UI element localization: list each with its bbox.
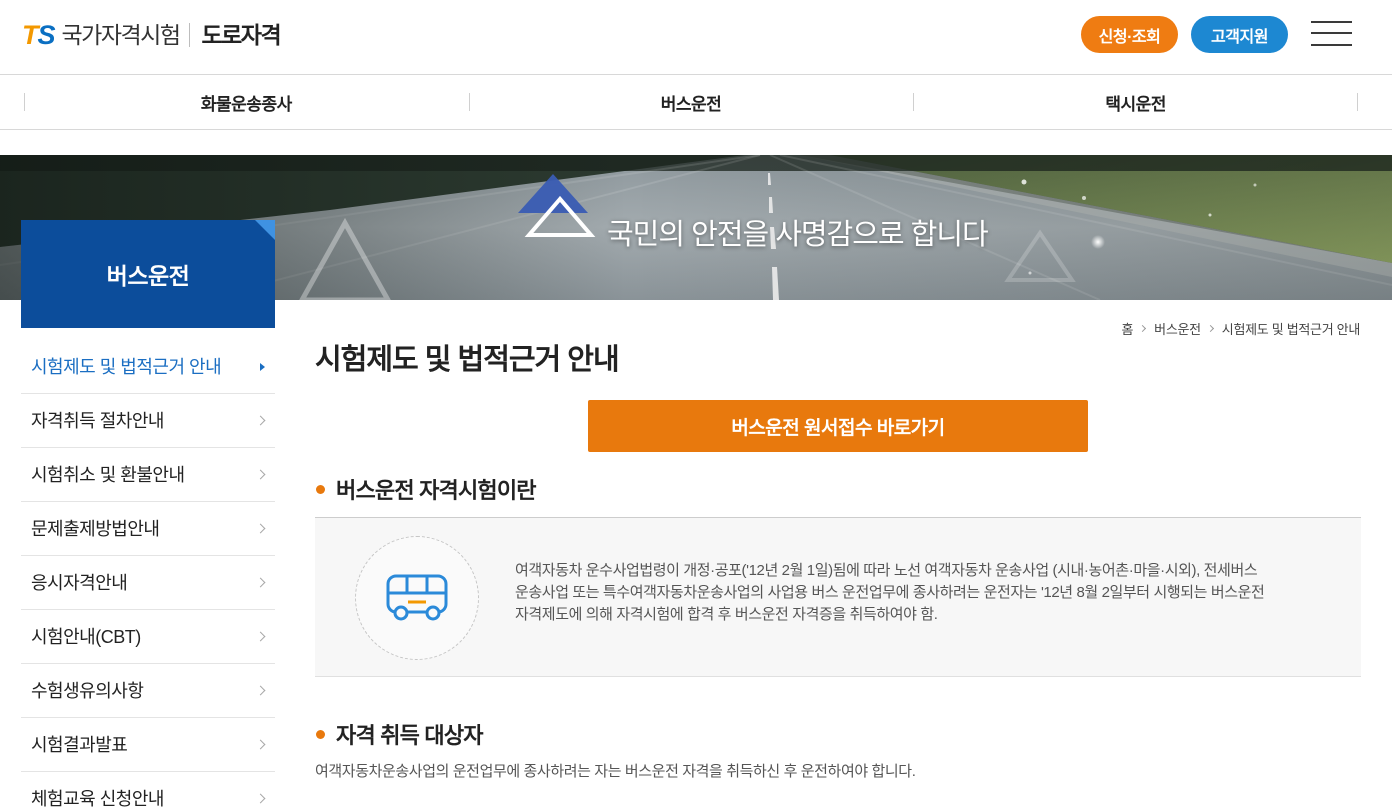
hamburger-menu-icon[interactable] [1311, 21, 1352, 46]
sidebar-item-cancel-refund[interactable]: 시험취소 및 환불안내 [21, 448, 275, 502]
gnb-item-taxi-driving[interactable]: 택시운전 [913, 75, 1358, 129]
main-navigation: 화물운송종사 버스운전 택시운전 [0, 75, 1392, 130]
hamburger-line [1311, 32, 1352, 34]
description-line: 운송사업 또는 특수여객자동차운송사업의 사업용 버스 운전업무에 종사하려는 … [515, 584, 1265, 601]
breadcrumb-bus-driving[interactable]: 버스운전 [1154, 319, 1201, 338]
page-title: 시험제도 및 법적근거 안내 [315, 344, 620, 376]
banner-slogan: 국민의 안전을 사명감으로 합니다 [607, 219, 989, 251]
sidebar-item-cbt-guide[interactable]: 시험안내(CBT) [21, 610, 275, 664]
hamburger-line [1311, 21, 1352, 23]
sidebar-item-label: 문제출제방법안내 [31, 519, 160, 539]
sidebar-item-label: 체험교육 신청안내 [31, 789, 164, 809]
sidebar-item-experience-education[interactable]: 체험교육 신청안내 [21, 772, 275, 811]
site-logo[interactable]: T S 국가자격시험 도로자격 [22, 19, 282, 51]
logo-letter-t: T [22, 20, 38, 50]
logo-divider [189, 23, 191, 47]
apply-lookup-button[interactable]: 신청·조회 [1081, 16, 1178, 53]
sidebar-item-label: 시험제도 및 법적근거 안내 [31, 357, 222, 377]
chevron-right-icon [255, 577, 266, 588]
main-navigation-list: 화물운송종사 버스운전 택시운전 [24, 75, 1358, 129]
orange-dot-icon [316, 729, 325, 739]
orange-dot-icon [316, 484, 325, 494]
info-box: 여객자동차 운수사업법령이 개정·공포('12년 2월 1일)됨에 따라 노선 … [315, 517, 1361, 677]
bus-application-shortcut-button[interactable]: 버스운전 원서접수 바로가기 [588, 400, 1088, 452]
description-line: 자격제도에 의해 자격시험에 합격 후 버스운전 자격증을 취득하여야 함. [515, 606, 938, 623]
sidebar-item-eligibility[interactable]: 응시자격안내 [21, 556, 275, 610]
customer-support-button[interactable]: 고객지원 [1191, 16, 1288, 53]
chevron-right-icon [255, 739, 266, 750]
site-header: T S 국가자격시험 도로자격 신청·조회 고객지원 [0, 0, 1392, 75]
chevron-right-icon [255, 415, 266, 426]
corner-fold-decoration [255, 220, 275, 240]
sidebar-item-question-method[interactable]: 문제출제방법안내 [21, 502, 275, 556]
section-text: 여객자동차운송사업의 운전업무에 종사하려는 자는 버스운전 자격을 취득하신 … [315, 763, 916, 780]
section-heading-label: 버스운전 자격시험이란 [336, 478, 537, 503]
chevron-right-icon [255, 631, 266, 642]
gnb-item-cargo-transport[interactable]: 화물운송종사 [24, 75, 469, 129]
sidebar-item-label: 시험안내(CBT) [31, 627, 141, 647]
chevron-right-icon [1206, 324, 1214, 332]
sidebar-title-label: 버스운전 [106, 263, 190, 289]
chevron-right-icon [1139, 324, 1147, 332]
description-line: 여객자동차 운수사업법령이 개정·공포('12년 2월 1일)됨에 따라 노선 … [515, 562, 1258, 579]
gnb-item-bus-driving[interactable]: 버스운전 [468, 75, 914, 129]
breadcrumb-home[interactable]: 홈 [1121, 319, 1133, 338]
bus-icon [386, 574, 448, 621]
logo-org-name: 국가자격시험 [61, 22, 181, 48]
chevron-right-icon [255, 523, 266, 534]
sidebar-menu: 시험제도 및 법적근거 안내 자격취득 절차안내 시험취소 및 환불안내 문제출… [21, 340, 275, 811]
logo-site-name: 도로자격 [201, 22, 281, 48]
section-heading: 자격 취득 대상자 [316, 720, 484, 748]
hamburger-line [1311, 44, 1352, 46]
sidebar-item-acquisition-procedure[interactable]: 자격취득 절차안내 [21, 394, 275, 448]
sidebar-item-label: 응시자격안내 [31, 573, 128, 593]
logo-letter-s: S [37, 20, 56, 50]
sidebar-item-label: 시험취소 및 환불안내 [31, 465, 185, 485]
chevron-right-icon [255, 469, 266, 480]
section-heading-label: 자격 취득 대상자 [336, 723, 484, 748]
breadcrumb-current: 시험제도 및 법적근거 안내 [1221, 321, 1361, 337]
icon-circle [355, 536, 479, 660]
chevron-right-icon [255, 685, 266, 696]
sidebar-item-label: 시험결과발표 [31, 735, 128, 755]
sidebar-item-label: 자격취득 절차안내 [31, 411, 164, 431]
section-heading: 버스운전 자격시험이란 [316, 475, 537, 503]
sidebar-item-candidate-notice[interactable]: 수험생유의사항 [21, 664, 275, 718]
chevron-right-icon [255, 793, 266, 804]
ts-logo-mark: T S [22, 19, 56, 51]
chevron-right-icon [260, 363, 265, 371]
sidebar-item-exam-system-legal-basis[interactable]: 시험제도 및 법적근거 안내 [21, 340, 275, 394]
sidebar-item-results[interactable]: 시험결과발표 [21, 718, 275, 772]
section-description: 여객자동차 운수사업법령이 개정·공포('12년 2월 1일)됨에 따라 노선 … [515, 560, 1345, 626]
sidebar-title: 버스운전 [21, 220, 275, 328]
sidebar-item-label: 수험생유의사항 [31, 681, 144, 701]
breadcrumb: 홈 버스운전 시험제도 및 법적근거 안내 [1121, 319, 1360, 337]
